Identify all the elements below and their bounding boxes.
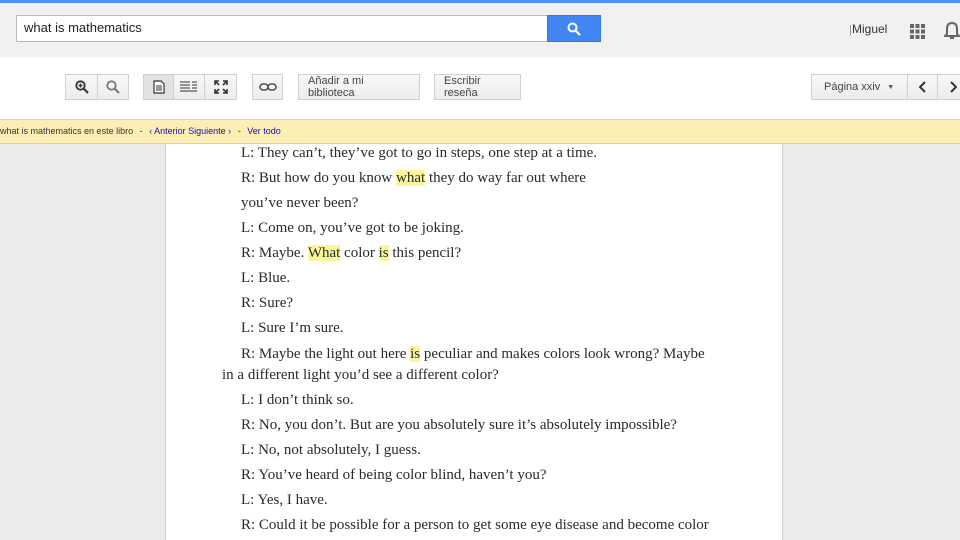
book-text-line: L: Sure I’m sure. bbox=[241, 320, 343, 337]
book-text: R: No, you don’t. But are you absolutely… bbox=[241, 417, 677, 433]
zoom-controls bbox=[65, 74, 129, 100]
book-text-line: L: Yes, I have. bbox=[241, 492, 328, 509]
search-in-book-bar: what is mathematics en este libro - ‹ An… bbox=[0, 119, 960, 144]
search-button[interactable] bbox=[547, 15, 601, 42]
chevron-left-icon bbox=[918, 81, 926, 93]
link-icon bbox=[258, 83, 277, 91]
search-input[interactable]: what is mathematics bbox=[16, 15, 547, 42]
zoom-in-button[interactable] bbox=[65, 74, 98, 100]
single-page-view-button[interactable] bbox=[143, 74, 174, 100]
book-text: R: Could it be possible for a person to … bbox=[241, 517, 709, 533]
book-text-line: L: Come on, you’ve got to be joking. bbox=[241, 220, 464, 237]
book-viewer[interactable]: L: They can’t, they’ve got to go in step… bbox=[0, 144, 960, 540]
link-control bbox=[252, 74, 283, 100]
book-text: R: Maybe. bbox=[241, 245, 308, 261]
view-all-link[interactable]: Ver todo bbox=[247, 126, 281, 136]
book-text-line: L: No, not absolutely, I guess. bbox=[241, 442, 421, 459]
search-icon bbox=[567, 22, 581, 36]
caret-down-icon: ▼ bbox=[887, 83, 895, 91]
previous-result-link[interactable]: ‹ Anterior bbox=[149, 126, 186, 136]
text-view-button[interactable] bbox=[174, 74, 205, 100]
book-page: L: They can’t, they’ve got to go in step… bbox=[165, 144, 783, 540]
top-search-bar: what is mathematics Miguel bbox=[0, 0, 960, 57]
book-toolbar: Añadir a mi biblioteca Escribir reseña P… bbox=[0, 57, 960, 119]
book-text-line: you’ve never been? bbox=[241, 195, 358, 212]
book-text: L: Come on, you’ve got to be joking. bbox=[241, 220, 464, 236]
book-text: L: Blue. bbox=[241, 270, 291, 286]
review-control: Escribir reseña bbox=[434, 74, 521, 100]
book-text-line: R: No, you don’t. But are you absolutely… bbox=[241, 417, 677, 434]
book-text: R: But how do you know bbox=[241, 170, 397, 186]
link-button[interactable] bbox=[252, 74, 283, 100]
search-highlight: What bbox=[307, 245, 341, 261]
book-text-line: R: You’ve heard of being color blind, ha… bbox=[241, 467, 547, 484]
book-text-line: in a different light you’d see a differe… bbox=[222, 367, 499, 384]
book-text: R: Maybe the light out here bbox=[241, 346, 411, 362]
search-highlight: is bbox=[410, 346, 421, 362]
user-name[interactable]: Miguel bbox=[852, 22, 887, 36]
apps-grid-icon[interactable] bbox=[910, 24, 925, 39]
chevron-right-icon bbox=[949, 81, 957, 93]
book-text: R: Sure? bbox=[241, 295, 294, 311]
book-text: this pencil? bbox=[388, 245, 462, 261]
book-text: L: Yes, I have. bbox=[241, 492, 328, 508]
book-text-line: R: Maybe. What color is this pencil? bbox=[241, 245, 461, 262]
fullscreen-icon bbox=[213, 80, 228, 94]
book-text: peculiar and makes colors look wrong? Ma… bbox=[420, 346, 705, 362]
book-text: R: You’ve heard of being color blind, ha… bbox=[241, 467, 547, 483]
book-text-line: L: They can’t, they’ve got to go in step… bbox=[241, 145, 597, 162]
fullscreen-button[interactable] bbox=[205, 74, 237, 100]
search-highlight: is bbox=[378, 245, 389, 261]
zoom-out-button[interactable] bbox=[98, 74, 129, 100]
write-review-button[interactable]: Escribir reseña bbox=[434, 74, 521, 100]
book-text-line: R: Maybe the light out here is peculiar … bbox=[241, 346, 705, 363]
book-text-line: R: But how do you know what they do way … bbox=[241, 170, 586, 187]
zoom-in-icon bbox=[74, 80, 89, 94]
find-separator: - bbox=[139, 126, 143, 136]
page-selector-label: Página xxiv bbox=[824, 81, 881, 93]
add-to-library-button[interactable]: Añadir a mi biblioteca bbox=[298, 74, 420, 100]
divider bbox=[850, 25, 851, 35]
next-result-link[interactable]: Siguiente › bbox=[188, 126, 231, 136]
book-text: they do way far out where bbox=[425, 170, 586, 186]
find-scope: en este libro bbox=[84, 126, 134, 136]
notifications-bell-icon[interactable] bbox=[944, 21, 960, 41]
book-text: you’ve never been? bbox=[241, 195, 359, 211]
book-text: in a different light you’d see a differe… bbox=[222, 367, 499, 383]
book-text: L: They can’t, they’ve got to go in step… bbox=[241, 145, 598, 161]
page-navigation: Página xxiv ▼ bbox=[811, 74, 960, 100]
find-separator: - bbox=[237, 126, 241, 136]
book-text: L: No, not absolutely, I guess. bbox=[241, 442, 421, 458]
book-text-line: L: I don’t think so. bbox=[241, 392, 354, 409]
book-text-line: L: Blue. bbox=[241, 270, 290, 287]
book-text-line: R: Sure? bbox=[241, 295, 293, 312]
page-selector[interactable]: Página xxiv ▼ bbox=[811, 74, 908, 100]
library-control: Añadir a mi biblioteca bbox=[298, 74, 420, 100]
previous-page-button[interactable] bbox=[908, 74, 938, 100]
text-view-icon bbox=[180, 81, 197, 92]
book-text-line: R: Could it be possible for a person to … bbox=[241, 517, 709, 534]
book-text: color bbox=[340, 245, 379, 261]
page-icon bbox=[152, 80, 165, 94]
zoom-out-icon bbox=[106, 80, 120, 94]
next-page-button[interactable] bbox=[938, 74, 960, 100]
search-highlight: what bbox=[396, 170, 426, 186]
find-query: what is mathematics bbox=[0, 126, 82, 136]
book-text: L: I don’t think so. bbox=[241, 392, 354, 408]
book-text: L: Sure I’m sure. bbox=[241, 320, 344, 336]
view-mode-controls bbox=[143, 74, 237, 100]
